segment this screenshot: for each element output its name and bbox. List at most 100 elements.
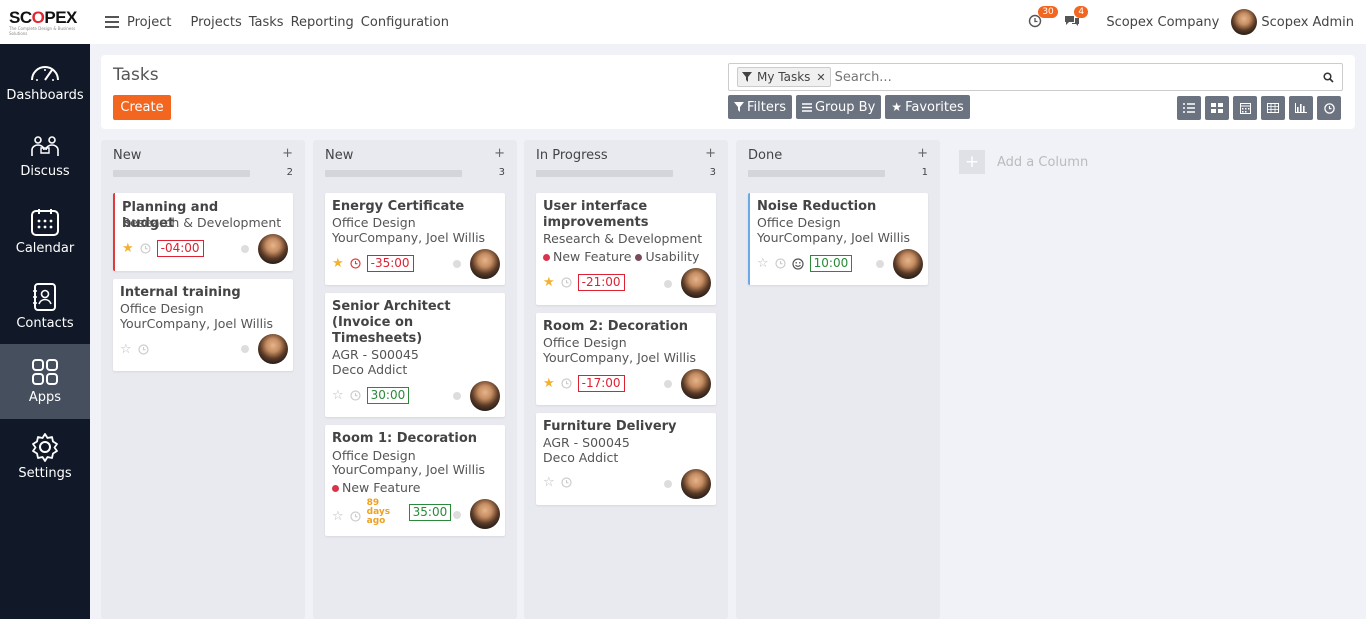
priority-star-icon[interactable]: ☆ <box>543 476 555 489</box>
user-menu[interactable]: Scopex Admin <box>1261 15 1354 30</box>
filters-button[interactable]: Filters <box>728 95 792 119</box>
task-card[interactable]: Planning and budget Research & Developme… <box>113 193 293 271</box>
activity-clock-icon[interactable] <box>350 390 361 401</box>
quick-create-icon[interactable]: + <box>917 146 928 161</box>
activity-clock-icon[interactable] <box>140 243 151 254</box>
activity-view-button[interactable] <box>1317 96 1341 120</box>
brand-logo[interactable]: SCOPEX The Complete Design & Business So… <box>0 0 90 44</box>
list-view-button[interactable] <box>1177 96 1201 120</box>
column-title[interactable]: Done <box>748 148 782 163</box>
column-progress-bar[interactable] <box>113 170 250 177</box>
task-card[interactable]: Energy Certificate Office Design YourCom… <box>325 193 505 285</box>
quick-create-icon[interactable]: + <box>282 146 293 161</box>
sidebar-item-calendar[interactable]: Calendar <box>0 194 90 269</box>
apps-icon <box>32 359 58 385</box>
quick-create-icon[interactable]: + <box>494 146 505 161</box>
assignee-avatar[interactable] <box>470 499 500 529</box>
column-title[interactable]: In Progress <box>536 148 608 163</box>
kanban-column: Done + 1 Noise Reduction Office Design Y… <box>736 140 940 619</box>
kanban-column: In Progress + 3 User interface improveme… <box>524 140 728 619</box>
calendar-view-button[interactable] <box>1233 96 1257 120</box>
search-input[interactable] <box>834 69 1305 85</box>
sidebar-item-dashboards[interactable]: Dashboards <box>0 44 90 119</box>
task-title: Room 2: Decoration <box>543 319 688 334</box>
task-card[interactable]: Furniture Delivery AGR - S00045 Deco Add… <box>536 413 716 505</box>
top-menu: Projects Tasks Reporting Configuration <box>190 15 448 30</box>
hamburger-menu-icon[interactable] <box>105 16 119 28</box>
favorites-button[interactable]: ★ Favorites <box>885 95 970 119</box>
task-card[interactable]: User interface improvements Research & D… <box>536 193 716 305</box>
task-card[interactable]: Senior Architect (Invoice on Timesheets)… <box>325 293 505 417</box>
kanban-state-dot[interactable] <box>876 260 884 268</box>
column-progress-bar[interactable] <box>748 170 885 177</box>
kanban-state-dot[interactable] <box>664 380 672 388</box>
column-progress-bar[interactable] <box>325 170 462 177</box>
smile-icon[interactable] <box>792 257 804 270</box>
add-column-button[interactable]: + Add a Column <box>959 150 1088 174</box>
task-card[interactable]: Room 2: Decoration Office Design YourCom… <box>536 313 716 405</box>
menu-reporting[interactable]: Reporting <box>291 15 354 30</box>
assignee-avatar[interactable] <box>470 249 500 279</box>
company-switcher[interactable]: Scopex Company <box>1106 15 1219 30</box>
kanban-view-button[interactable] <box>1205 96 1229 120</box>
activity-clock-icon[interactable] <box>138 344 149 355</box>
search-icon[interactable] <box>1323 71 1334 83</box>
kanban-state-dot[interactable] <box>453 392 461 400</box>
priority-star-icon[interactable]: ☆ <box>120 343 132 356</box>
column-title[interactable]: New <box>325 148 353 163</box>
menu-projects[interactable]: Projects <box>190 15 241 30</box>
assignee-avatar[interactable] <box>893 249 923 279</box>
graph-view-button[interactable] <box>1289 96 1313 120</box>
priority-star-icon[interactable]: ★ <box>543 276 555 289</box>
sidebar-item-discuss[interactable]: Discuss <box>0 119 90 194</box>
quick-create-icon[interactable]: + <box>705 146 716 161</box>
priority-star-icon[interactable]: ★ <box>543 377 555 390</box>
activity-clock-icon[interactable] <box>561 277 572 288</box>
create-button[interactable]: Create <box>113 95 171 120</box>
top-navbar: SCOPEX The Complete Design & Business So… <box>0 0 1366 44</box>
app-name: Project <box>127 14 172 30</box>
activity-clock-icon[interactable] <box>775 258 786 269</box>
sidebar-item-contacts[interactable]: Contacts <box>0 269 90 344</box>
activity-button[interactable]: 30 <box>1028 6 1058 30</box>
priority-star-icon[interactable]: ☆ <box>332 510 344 523</box>
kanban-state-dot[interactable] <box>241 245 249 253</box>
menu-tasks[interactable]: Tasks <box>249 15 284 30</box>
kanban-state-dot[interactable] <box>664 480 672 488</box>
assignee-avatar[interactable] <box>470 381 500 411</box>
activity-clock-icon[interactable] <box>561 477 572 488</box>
priority-star-icon[interactable]: ☆ <box>332 389 344 402</box>
column-progress-bar[interactable] <box>536 170 673 177</box>
priority-star-icon[interactable]: ☆ <box>757 257 769 270</box>
assignee-avatar[interactable] <box>681 469 711 499</box>
task-card[interactable]: Internal training Office Design YourComp… <box>113 279 293 371</box>
kanban-state-dot[interactable] <box>241 345 249 353</box>
kanban-state-dot[interactable] <box>453 511 461 519</box>
search-bar[interactable]: My Tasks ✕ <box>728 63 1343 91</box>
task-card[interactable]: Noise Reduction Office Design YourCompan… <box>748 193 928 285</box>
plus-icon: + <box>959 150 985 174</box>
priority-star-icon[interactable]: ★ <box>122 242 134 255</box>
task-card[interactable]: Room 1: Decoration Office Design YourCom… <box>325 425 505 536</box>
activity-clock-icon[interactable] <box>350 511 361 522</box>
activity-clock-icon[interactable] <box>561 378 572 389</box>
column-title[interactable]: New <box>113 148 141 163</box>
messages-button[interactable]: 4 <box>1064 6 1089 30</box>
assignee-avatar[interactable] <box>258 234 288 264</box>
kanban-state-dot[interactable] <box>664 280 672 288</box>
assignee-avatar[interactable] <box>258 334 288 364</box>
groupby-button[interactable]: Group By <box>795 95 882 119</box>
assignee-avatar[interactable] <box>681 369 711 399</box>
sidebar-item-apps[interactable]: Apps <box>0 344 90 419</box>
kanban-state-dot[interactable] <box>453 260 461 268</box>
sidebar-item-settings[interactable]: Settings <box>0 419 90 494</box>
priority-star-icon[interactable]: ★ <box>332 257 344 270</box>
menu-configuration[interactable]: Configuration <box>361 15 449 30</box>
activity-clock-icon[interactable] <box>350 258 361 269</box>
assignee-avatar[interactable] <box>681 268 711 298</box>
pivot-view-button[interactable] <box>1261 96 1285 120</box>
task-customer: Deco Addict <box>332 362 408 377</box>
remove-facet-icon[interactable]: ✕ <box>816 71 825 84</box>
search-facet[interactable]: My Tasks ✕ <box>737 67 831 87</box>
user-avatar[interactable] <box>1231 9 1258 35</box>
